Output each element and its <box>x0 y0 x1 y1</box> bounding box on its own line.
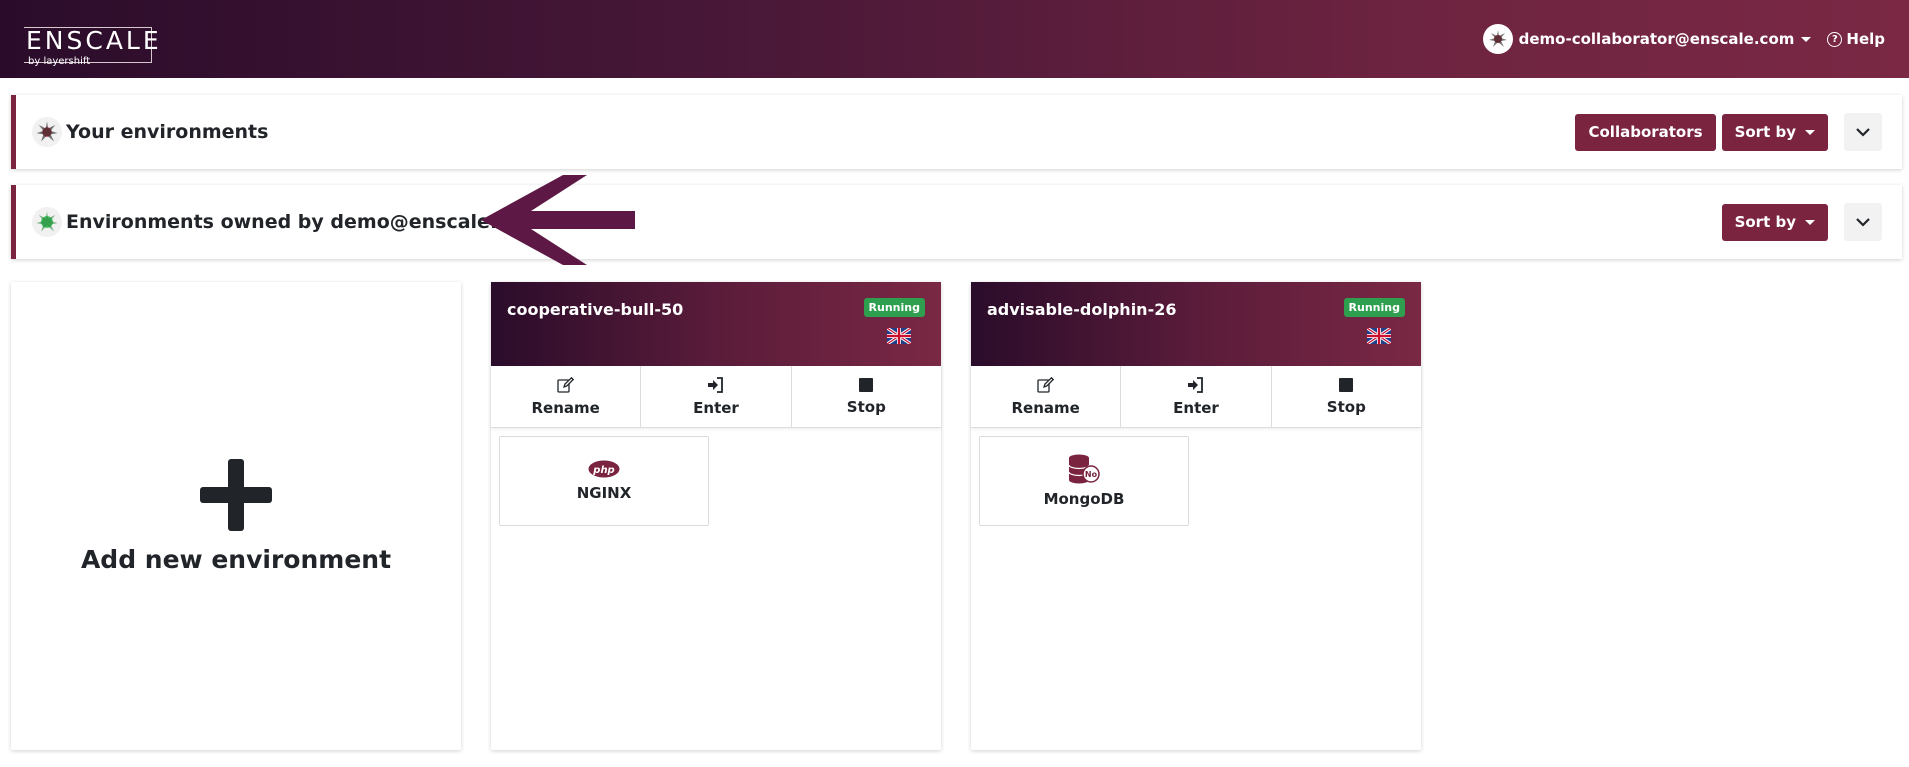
status-badge: Running <box>1343 298 1405 317</box>
user-avatar-icon <box>1482 24 1513 54</box>
stop-icon <box>1339 377 1354 392</box>
rename-button[interactable]: Rename <box>491 366 642 427</box>
php-icon: php <box>588 460 620 478</box>
stop-button[interactable]: Stop <box>1272 366 1421 427</box>
help-label: Help <box>1846 30 1885 48</box>
php-icon-text: php <box>592 465 614 476</box>
brand-sub: by layershift <box>28 56 91 67</box>
annotation-arrow-icon <box>481 175 635 265</box>
environment-header: cooperative-bull-50 Running <box>491 282 941 366</box>
uk-flag-icon <box>1367 328 1391 344</box>
edit-icon <box>557 376 575 393</box>
collaborators-label: Collaborators <box>1588 123 1703 141</box>
caret-down-icon <box>1805 129 1815 135</box>
node-label: MongoDB <box>1043 490 1125 508</box>
sort-by-button[interactable]: Sort by <box>1721 113 1828 151</box>
owner-avatar-icon <box>32 207 62 237</box>
sort-by-label: Sort by <box>1734 123 1796 141</box>
user-menu-dropdown[interactable]: demo-collaborator@enscale.com <box>1482 24 1812 54</box>
stop-icon <box>859 377 874 392</box>
node-label: NGINX <box>576 484 632 502</box>
enter-label: Enter <box>693 398 739 417</box>
enter-label: Enter <box>1173 398 1219 417</box>
database-icon: No <box>1068 454 1100 484</box>
sort-by-label: Sort by <box>1734 213 1796 231</box>
question-circle-icon: ? <box>1827 31 1843 47</box>
enter-button[interactable]: Enter <box>1121 366 1272 427</box>
environment-card: advisable-dolphin-26 Running Rename Ente <box>971 282 1421 750</box>
edit-icon <box>1037 376 1055 393</box>
stop-label: Stop <box>1326 397 1366 416</box>
environment-name[interactable]: cooperative-bull-50 <box>507 300 683 319</box>
rename-label: Rename <box>531 398 600 417</box>
database-icon-text: No <box>1085 470 1098 479</box>
enter-button[interactable]: Enter <box>641 366 792 427</box>
add-new-environment-card[interactable]: Add new environment <box>11 282 461 750</box>
section-title: Your environments <box>66 121 269 143</box>
sort-by-button[interactable]: Sort by <box>1721 203 1828 241</box>
sign-in-icon <box>1188 376 1204 393</box>
brand-logo[interactable]: ENSCALE by layershift <box>24 8 159 70</box>
plus-icon <box>200 458 272 531</box>
environment-header: advisable-dolphin-26 Running <box>971 282 1421 366</box>
help-link[interactable]: ? Help <box>1827 30 1885 48</box>
status-badge: Running <box>863 298 925 317</box>
top-navbar: ENSCALE by layershift demo-collaborator@… <box>0 0 1909 78</box>
node-tile[interactable]: No MongoDB <box>979 436 1189 526</box>
section-owned-environments: Environments owned by demo@enscale.com S… <box>11 185 1902 259</box>
uk-flag-icon <box>887 328 911 344</box>
node-tile[interactable]: php NGINX <box>499 436 709 526</box>
section-title: Environments owned by demo@enscale.com <box>66 211 542 233</box>
environment-name[interactable]: advisable-dolphin-26 <box>987 300 1176 319</box>
sign-in-icon <box>708 376 724 393</box>
stop-label: Stop <box>846 397 886 416</box>
add-new-environment-label: Add new environment <box>80 544 392 574</box>
chevron-down-icon <box>1856 218 1870 227</box>
collapse-toggle-button[interactable] <box>1844 203 1882 241</box>
collapse-toggle-button[interactable] <box>1844 113 1882 151</box>
stop-button[interactable]: Stop <box>792 366 941 427</box>
section-your-environments: Your environments Collaborators Sort by <box>11 95 1902 169</box>
environment-card: cooperative-bull-50 Running Rename Enter <box>491 282 941 750</box>
chevron-down-icon <box>1856 128 1870 137</box>
rename-button[interactable]: Rename <box>971 366 1122 427</box>
rename-label: Rename <box>1011 398 1080 417</box>
brand-name: ENSCALE <box>26 26 162 55</box>
caret-down-icon <box>1805 219 1815 225</box>
user-email: demo-collaborator@enscale.com <box>1518 30 1795 48</box>
user-avatar-icon <box>32 117 62 147</box>
collaborators-button[interactable]: Collaborators <box>1575 113 1716 151</box>
chevron-down-icon <box>1801 36 1812 42</box>
